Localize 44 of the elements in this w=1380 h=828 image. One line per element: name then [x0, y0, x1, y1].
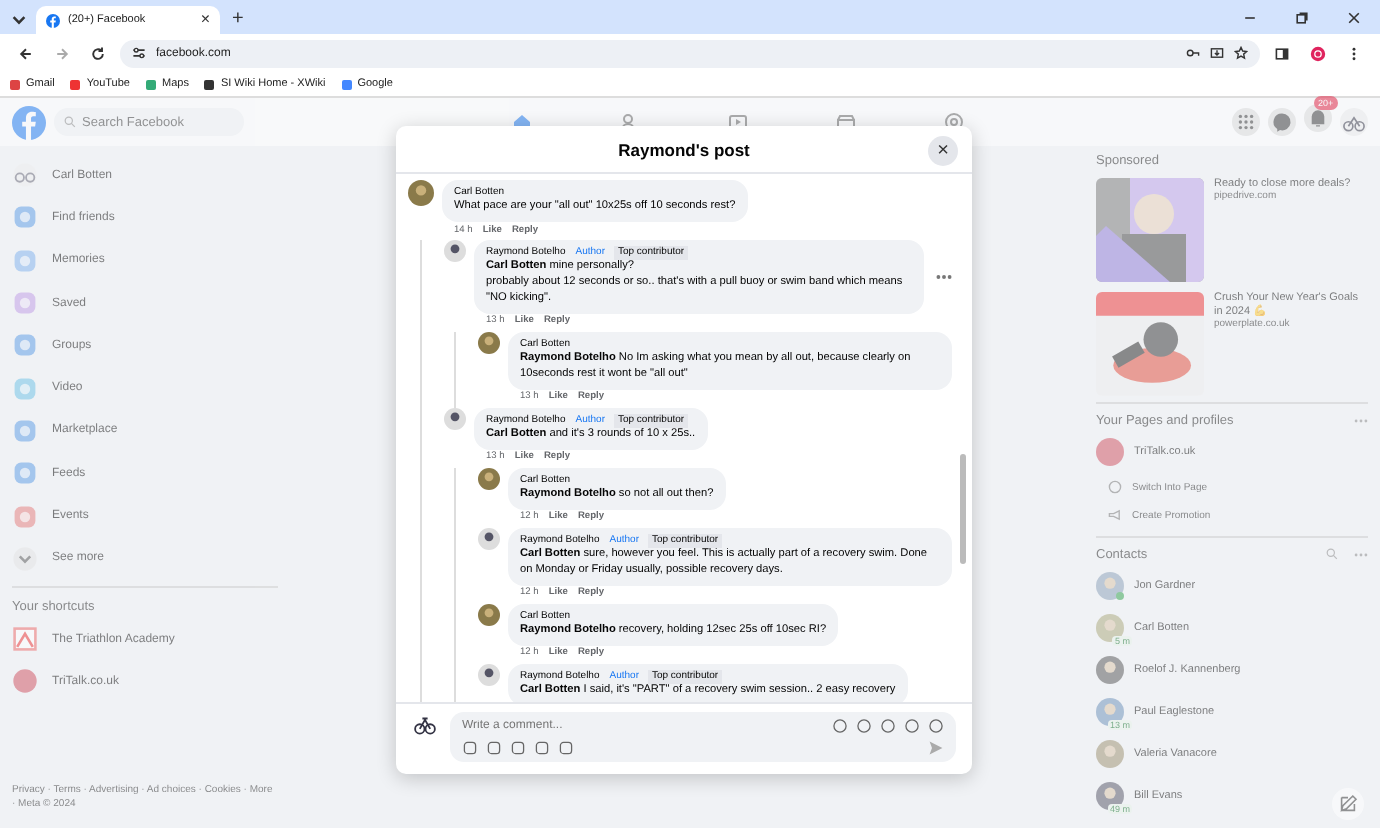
avatar: [1096, 782, 1124, 811]
close-button[interactable]: ×: [928, 136, 958, 166]
avatar[interactable]: [478, 603, 500, 626]
profile-avatar[interactable]: [1310, 45, 1326, 61]
scrollbar[interactable]: [960, 454, 966, 564]
avatar[interactable]: [478, 663, 500, 686]
star-icon[interactable]: [1234, 46, 1248, 60]
new-tab-button[interactable]: +: [232, 10, 244, 30]
more-icon[interactable]: [936, 273, 952, 280]
group-avatar: [12, 626, 38, 653]
tab-list-icon[interactable]: [10, 10, 28, 28]
close-tab-button[interactable]: ×: [200, 12, 210, 28]
avatar: [1096, 614, 1124, 643]
avatar: [1096, 698, 1124, 727]
messenger-icon[interactable]: [1268, 108, 1296, 136]
gaming-icon[interactable]: [944, 112, 964, 132]
site-settings-icon[interactable]: [132, 46, 146, 60]
page-avatar: [1096, 438, 1124, 467]
back-icon[interactable]: [18, 45, 34, 61]
avatar: [1096, 740, 1124, 769]
avatar[interactable]: [478, 467, 500, 490]
avatar[interactable]: [444, 240, 466, 263]
new-message-icon[interactable]: [1332, 788, 1364, 820]
avatar[interactable]: [408, 180, 434, 206]
bell-icon[interactable]: [1304, 103, 1332, 131]
avatar: [1096, 572, 1124, 601]
avatar: [412, 712, 438, 738]
avatar[interactable]: [478, 527, 500, 550]
key-icon[interactable]: [1186, 46, 1200, 60]
facebook-logo-icon: [46, 13, 60, 27]
restore-icon[interactable]: [1294, 10, 1310, 26]
avatar: [1096, 656, 1124, 685]
chevron-down-icon: [12, 545, 38, 572]
side-panel-icon[interactable]: [1274, 45, 1290, 61]
avatar[interactable]: [444, 407, 466, 430]
group-avatar: [12, 668, 38, 695]
search-icon: [64, 116, 76, 128]
reload-icon[interactable]: [90, 45, 106, 61]
avatar[interactable]: [478, 331, 500, 354]
close-icon[interactable]: [1346, 10, 1362, 26]
dialog-title: Raymond's post: [618, 139, 750, 159]
install-icon[interactable]: [1210, 46, 1224, 60]
megaphone-icon: [1108, 508, 1122, 523]
apps-icon[interactable]: [1232, 108, 1260, 136]
